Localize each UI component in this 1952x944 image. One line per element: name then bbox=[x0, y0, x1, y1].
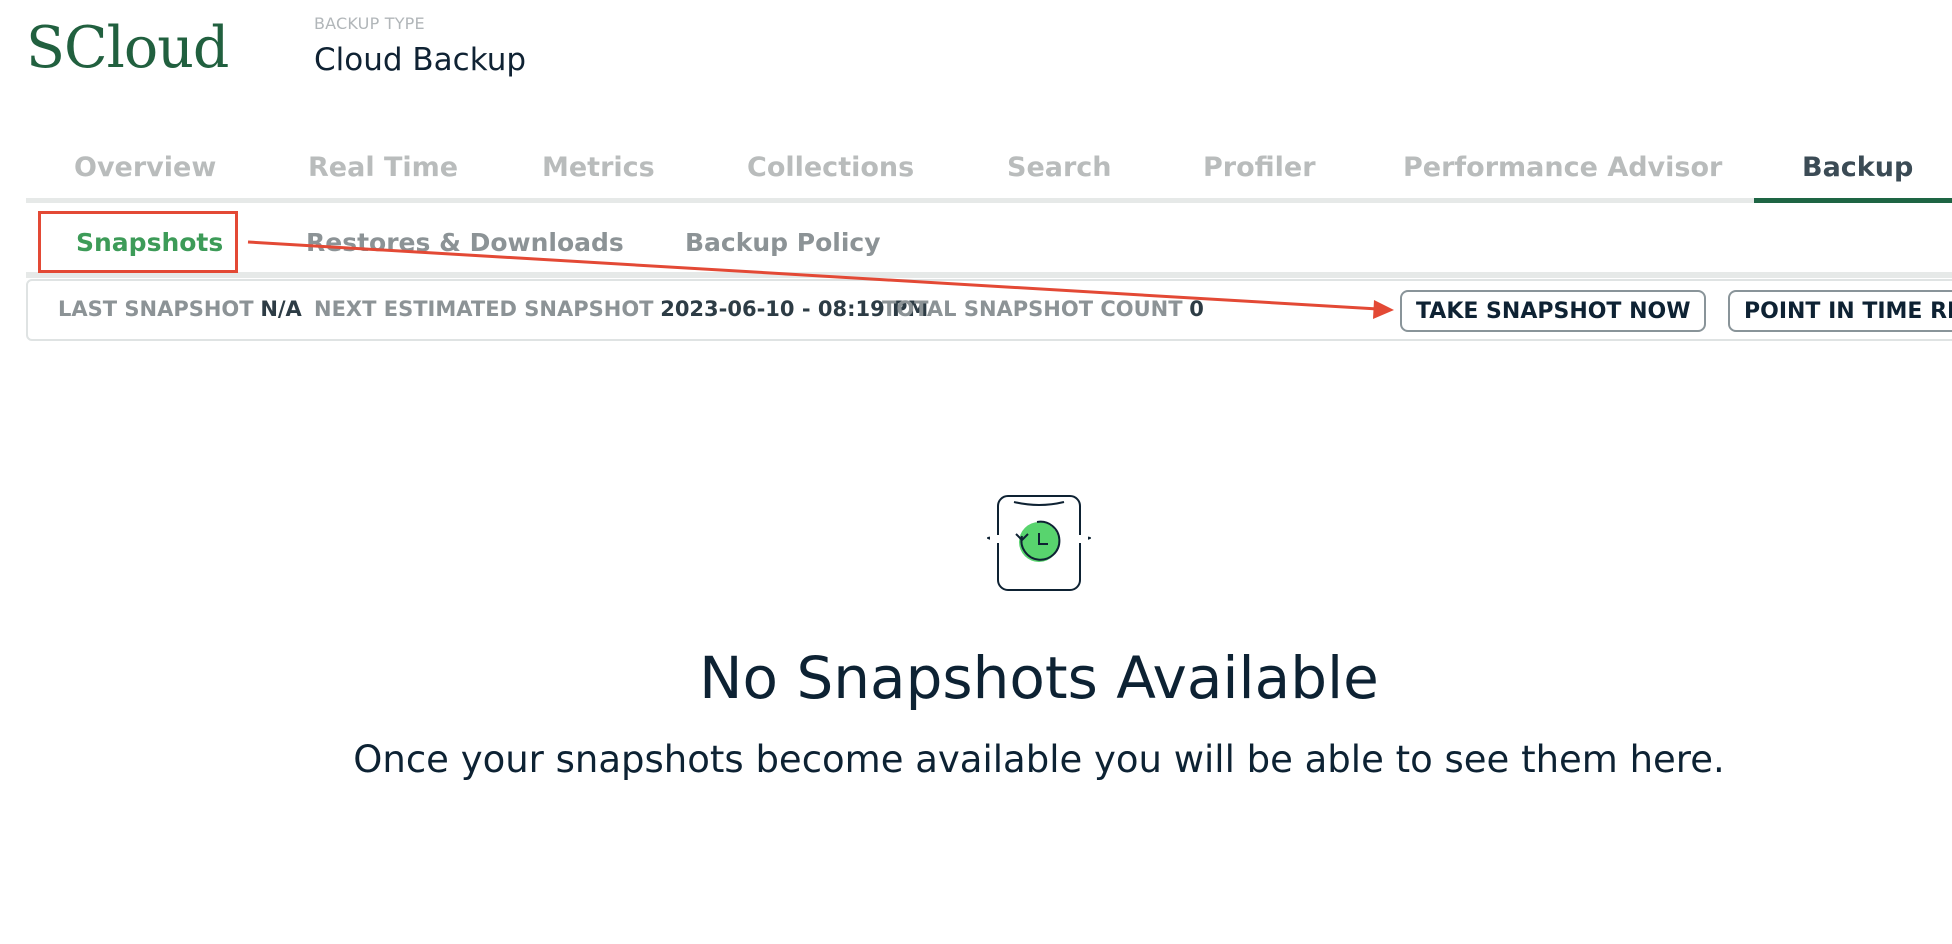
total-count-value: 0 bbox=[1189, 297, 1204, 321]
sub-tab-divider bbox=[26, 272, 1952, 278]
tab-performance-advisor[interactable]: Performance Advisor bbox=[1403, 152, 1722, 183]
next-snapshot-label: NEXT ESTIMATED SNAPSHOT bbox=[314, 297, 654, 321]
subtab-restores-downloads[interactable]: Restores & Downloads bbox=[306, 228, 624, 257]
tab-collections[interactable]: Collections bbox=[747, 152, 914, 183]
sub-tab-bar: Snapshots Restores & Downloads Backup Po… bbox=[26, 212, 1952, 278]
tab-metrics[interactable]: Metrics bbox=[542, 152, 655, 183]
tab-overview[interactable]: Overview bbox=[74, 152, 216, 183]
snapshot-clock-icon bbox=[987, 495, 1091, 591]
next-snapshot-stat: NEXT ESTIMATED SNAPSHOT 2023-06-10 - 08:… bbox=[314, 297, 928, 321]
backup-type-label: BACKUP TYPE bbox=[314, 14, 425, 33]
tab-real-time[interactable]: Real Time bbox=[308, 152, 458, 183]
total-snapshot-count-stat: TOTAL SNAPSHOT COUNT 0 bbox=[882, 297, 1204, 321]
tab-profiler[interactable]: Profiler bbox=[1203, 152, 1316, 183]
empty-state-subtitle: Once your snapshots become available you… bbox=[353, 738, 1725, 781]
subtab-backup-policy[interactable]: Backup Policy bbox=[685, 228, 881, 257]
snapshot-summary-bar: LAST SNAPSHOT N/A NEXT ESTIMATED SNAPSHO… bbox=[26, 279, 1952, 341]
total-count-label: TOTAL SNAPSHOT COUNT bbox=[882, 297, 1183, 321]
point-in-time-restore-button[interactable]: POINT IN TIME RE bbox=[1728, 290, 1952, 332]
empty-state-title: No Snapshots Available bbox=[699, 644, 1379, 712]
last-snapshot-stat: LAST SNAPSHOT N/A bbox=[58, 297, 302, 321]
annotation-highlight-box bbox=[38, 211, 238, 273]
main-tab-divider bbox=[26, 198, 1952, 203]
tab-search[interactable]: Search bbox=[1007, 152, 1112, 183]
main-tab-bar: Overview Real Time Metrics Collections S… bbox=[26, 140, 1952, 203]
last-snapshot-value: N/A bbox=[260, 297, 302, 321]
take-snapshot-now-button[interactable]: TAKE SNAPSHOT NOW bbox=[1400, 290, 1706, 332]
last-snapshot-label: LAST SNAPSHOT bbox=[58, 297, 254, 321]
tab-backup[interactable]: Backup bbox=[1802, 152, 1913, 183]
backup-type-value: Cloud Backup bbox=[314, 42, 527, 78]
scloud-logo[interactable]: SCloud bbox=[26, 12, 229, 84]
active-tab-indicator bbox=[1754, 198, 1952, 203]
